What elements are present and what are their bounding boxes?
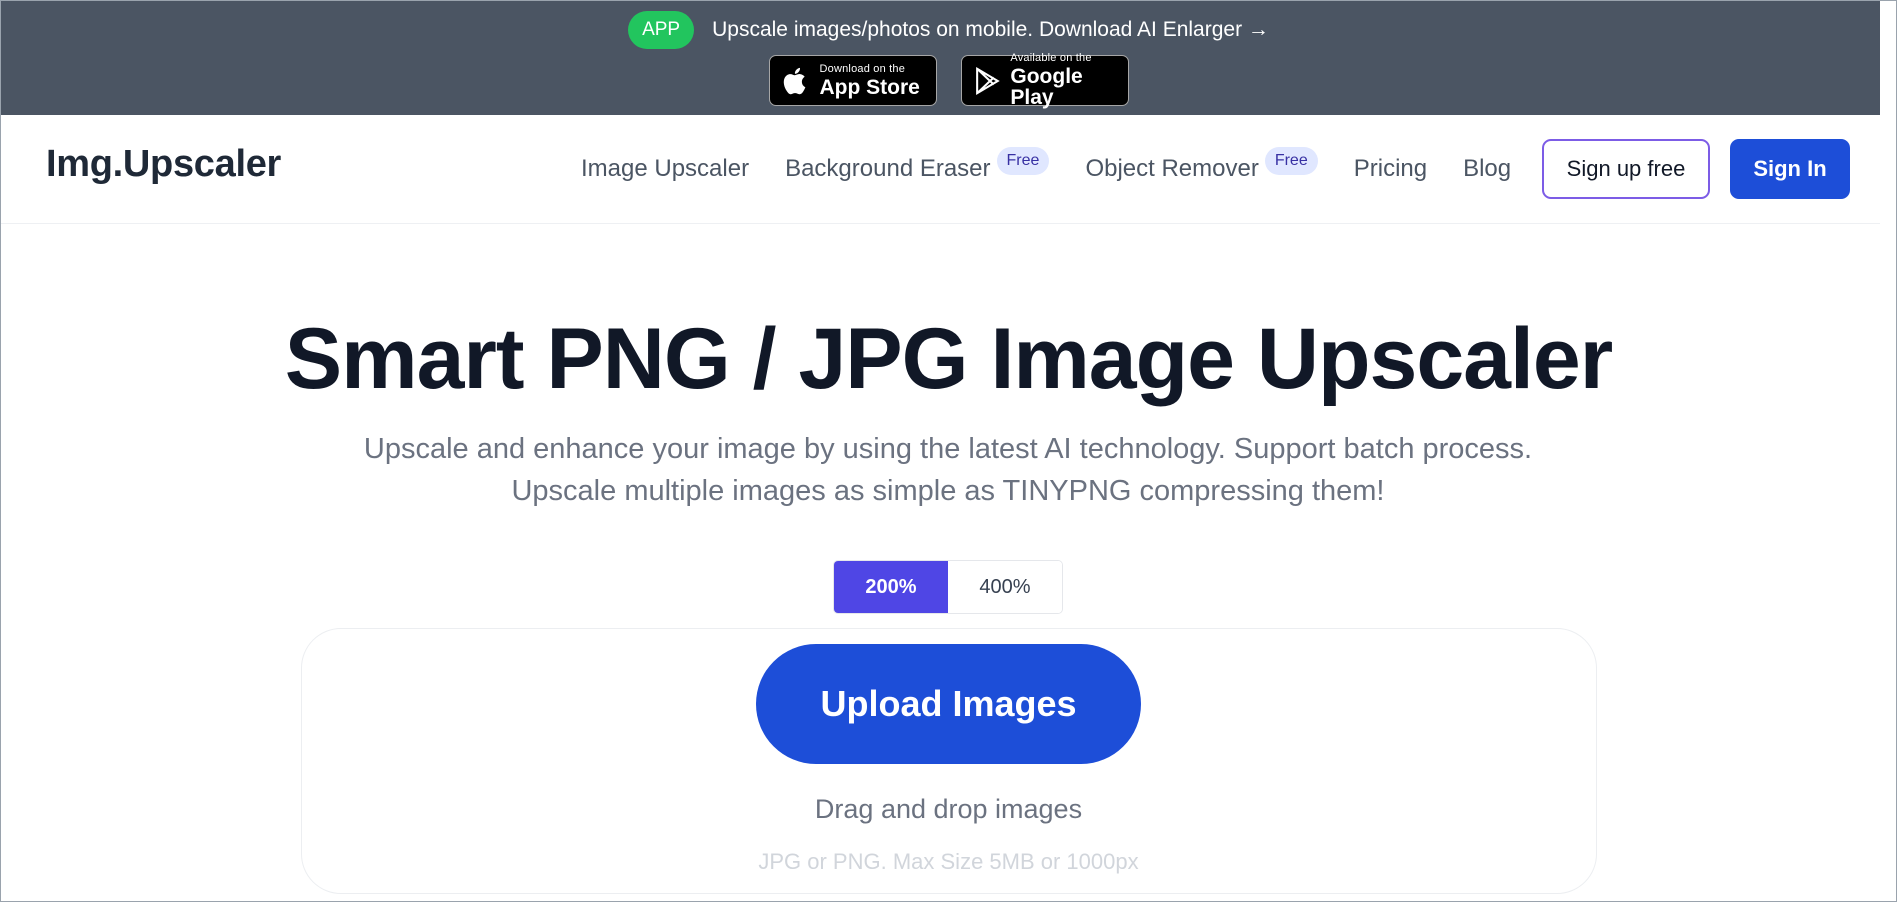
store-buttons: Download on the App Store Available on t… [0, 52, 1897, 109]
upload-limits-text: JPG or PNG. Max Size 5MB or 1000px [758, 849, 1139, 874]
nav-image-upscaler[interactable]: Image Upscaler [581, 155, 749, 183]
app-store-button[interactable]: Download on the App Store [768, 55, 937, 106]
nav-blog[interactable]: Blog [1463, 155, 1511, 183]
google-play-label: Google Play [1010, 65, 1083, 109]
app-store-label: App Store [819, 75, 920, 99]
app-store-small: Download on the [819, 62, 906, 75]
play-icon [975, 66, 1000, 95]
promo-banner: APP Upscale images/photos on mobile. Dow… [0, 0, 1897, 115]
nav-object-remover[interactable]: Object Remover Free [1085, 147, 1318, 183]
right-gutter [1880, 0, 1900, 904]
signin-button[interactable]: Sign In [1730, 139, 1850, 199]
app-badge: APP [628, 11, 695, 49]
scale-toggle: 200% 400% [833, 560, 1063, 614]
drag-drop-text: Drag and drop images [814, 794, 1083, 824]
nav-label: Blog [1463, 155, 1512, 182]
apple-icon [783, 67, 805, 94]
nav-background-eraser[interactable]: Background Eraser Free [785, 147, 1050, 183]
scale-option-200[interactable]: 200% [834, 561, 948, 613]
signup-button[interactable]: Sign up free [1542, 139, 1710, 199]
page-title: Smart PNG / JPG Image Upscaler [284, 311, 1613, 407]
nav-label: Image Upscaler [581, 155, 750, 182]
nav-label: Pricing [1353, 155, 1428, 182]
free-badge: Free [1264, 147, 1318, 175]
nav-pricing[interactable]: Pricing [1354, 155, 1427, 183]
nav-links: Image Upscaler Background Eraser Free Ob… [581, 147, 1547, 183]
nav-label: Object Remover [1085, 155, 1259, 182]
promo-link[interactable]: Upscale images/photos on mobile. Downloa… [712, 18, 1269, 42]
page-subtitle: Upscale and enhance your image by using … [363, 433, 1533, 507]
site-logo[interactable]: Img.Upscaler [46, 143, 281, 186]
google-play-small: Available on the [1010, 52, 1092, 64]
upload-images-button[interactable]: Upload Images [756, 644, 1141, 764]
promo-row[interactable]: APP Upscale images/photos on mobile. Dow… [0, 10, 1897, 50]
nav-label: Background Eraser [785, 155, 991, 182]
free-badge: Free [996, 147, 1050, 175]
top-nav: Img.Upscaler Image Upscaler Background E… [0, 115, 1897, 224]
google-play-button[interactable]: Available on the Google Play [960, 52, 1129, 109]
scale-option-400[interactable]: 400% [948, 561, 1062, 613]
